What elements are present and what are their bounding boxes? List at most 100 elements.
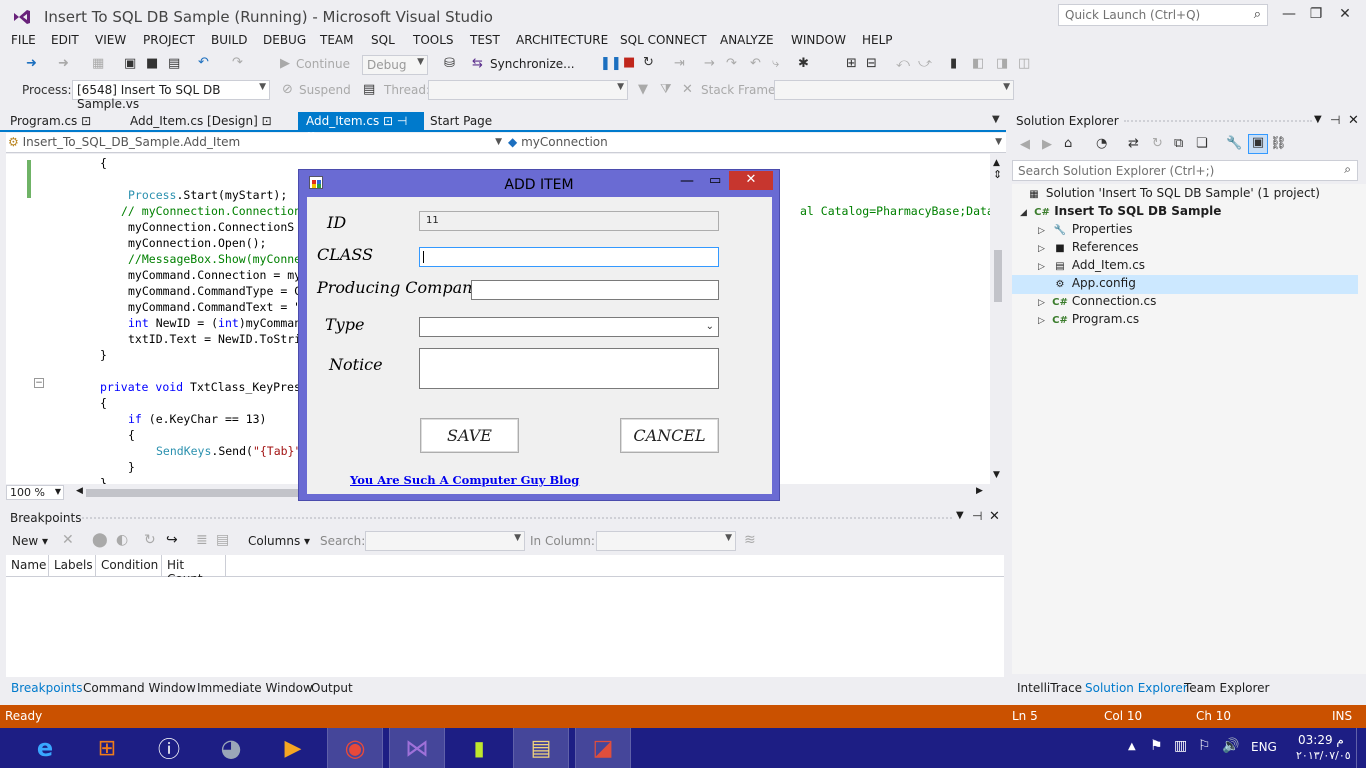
- pending-changes-icon[interactable]: ◔: [1096, 136, 1107, 151]
- bookmark-icon[interactable]: ▮: [950, 56, 957, 71]
- comment-icon[interactable]: ⤺: [896, 56, 910, 71]
- back-icon[interactable]: ◀: [1020, 137, 1030, 152]
- column-condition[interactable]: Condition: [96, 555, 162, 577]
- export-icon[interactable]: ▤: [216, 532, 229, 548]
- redo-icon[interactable]: ↷: [232, 55, 243, 70]
- pause-icon[interactable]: ❚❚: [600, 56, 622, 71]
- network-icon[interactable]: ▥: [1174, 738, 1187, 754]
- column-hit-count[interactable]: Hit Count: [162, 555, 226, 586]
- flag-icon[interactable]: ⚐: [1198, 738, 1211, 754]
- language-indicator[interactable]: ENG: [1251, 740, 1277, 754]
- collapsed-icon[interactable]: ▷: [1038, 262, 1052, 272]
- columns-button[interactable]: Columns ▾: [248, 534, 310, 548]
- open-icon[interactable]: ▣: [124, 56, 136, 71]
- action-center-icon[interactable]: ⚑: [1150, 738, 1163, 754]
- tab-intellitrace[interactable]: IntelliTrace: [1017, 681, 1082, 695]
- restart-icon[interactable]: ↻: [643, 55, 654, 70]
- delete-all-icon[interactable]: ⬤: [92, 532, 108, 548]
- menu-debug[interactable]: DEBUG: [263, 33, 306, 47]
- show-desktop-button[interactable]: [1356, 728, 1366, 768]
- go-to-source-icon[interactable]: ↪: [166, 532, 178, 548]
- quick-launch-input[interactable]: Quick Launch (Ctrl+Q) ⌕: [1058, 4, 1268, 26]
- split-icon[interactable]: ⇕: [993, 168, 1002, 181]
- scroll-thumb[interactable]: [86, 489, 300, 497]
- delete-icon[interactable]: ✕: [62, 532, 74, 548]
- menu-file[interactable]: FILE: [11, 33, 36, 47]
- pin-icon[interactable]: ⊣: [1330, 113, 1340, 127]
- menu-test[interactable]: TEST: [470, 33, 500, 47]
- zoom-select[interactable]: 100 % ▼: [6, 485, 64, 500]
- close-button[interactable]: ✕: [1332, 6, 1358, 24]
- collapsed-icon[interactable]: ▷: [1038, 244, 1052, 254]
- home-icon[interactable]: ⌂: [1064, 136, 1072, 151]
- show-next-statement-icon[interactable]: ⇥: [674, 56, 685, 71]
- pin-icon[interactable]: ⊡: [81, 114, 91, 128]
- collapsed-icon[interactable]: ▷: [1038, 298, 1052, 308]
- forward-icon[interactable]: ➜: [58, 56, 69, 71]
- suspend-icon[interactable]: ⊘: [282, 82, 293, 97]
- stop-icon[interactable]: ■: [623, 55, 635, 70]
- help-icon[interactable]: ⓘ: [141, 728, 197, 768]
- scroll-right-icon[interactable]: ▶: [976, 486, 983, 496]
- menu-window[interactable]: WINDOW: [791, 33, 846, 47]
- tab-add-item-cs[interactable]: Add_Item.cs ⊡ ⊣ ✕: [298, 112, 424, 142]
- continue-icon[interactable]: ▶: [280, 56, 290, 71]
- menu-sql[interactable]: SQL: [371, 33, 395, 47]
- file-explorer-icon[interactable]: ▤: [513, 728, 569, 768]
- process-select[interactable]: [6548] Insert To SQL DB Sample.vs ▼: [72, 80, 270, 111]
- save-all-icon[interactable]: ▤: [168, 56, 180, 71]
- pin-icon[interactable]: ⊣: [972, 509, 982, 523]
- show-all-files-icon[interactable]: ❏: [1196, 136, 1208, 151]
- scroll-thumb[interactable]: [994, 250, 1002, 302]
- menu-edit[interactable]: EDIT: [51, 33, 79, 47]
- class-field[interactable]: [419, 247, 719, 267]
- cancel-button[interactable]: CANCEL: [620, 418, 719, 453]
- clear-bookmarks-icon[interactable]: ◫: [1018, 56, 1030, 71]
- show-hidden-icons-icon[interactable]: ▲: [1128, 741, 1136, 752]
- collapse-icon[interactable]: −: [34, 378, 44, 388]
- device-icon[interactable]: ▮: [451, 728, 507, 768]
- restore-button[interactable]: ❐: [1303, 6, 1329, 24]
- flag-icon[interactable]: ▼: [638, 82, 648, 97]
- member-select[interactable]: ◆ myConnection ▼: [508, 135, 1004, 149]
- column-name[interactable]: Name: [6, 555, 49, 577]
- import-icon[interactable]: ≣: [196, 532, 208, 548]
- step-icon[interactable]: ⤷: [772, 56, 779, 71]
- threads-icon[interactable]: ⊞: [846, 56, 857, 71]
- filter-icon[interactable]: ⧩: [660, 82, 672, 97]
- scroll-left-icon[interactable]: ◀: [76, 486, 83, 496]
- tree-item-add-item-cs[interactable]: ▷ ▤ Add_Item.cs: [1038, 258, 1145, 276]
- reset-search-icon[interactable]: ≋: [744, 532, 756, 548]
- tree-project[interactable]: ◢ C# Insert To SQL DB Sample: [1020, 204, 1221, 222]
- menu-analyze[interactable]: ANALYZE: [720, 33, 774, 47]
- in-column-select[interactable]: ▼: [596, 531, 736, 551]
- minimize-button[interactable]: —: [1276, 6, 1302, 24]
- media-center-icon[interactable]: ◕: [203, 728, 259, 768]
- synchronize-label[interactable]: Synchronize...: [490, 57, 575, 71]
- type-select[interactable]: ⌄: [419, 317, 719, 337]
- refresh-icon[interactable]: ↻: [144, 532, 156, 548]
- collapse-all-icon[interactable]: ⧉: [1174, 136, 1183, 151]
- column-labels[interactable]: Labels: [49, 555, 96, 577]
- undo-icon[interactable]: ↶: [198, 55, 209, 70]
- prev-bookmark-icon[interactable]: ◧: [972, 56, 984, 71]
- dialog-close-button[interactable]: ✕: [729, 171, 773, 190]
- tree-item-app-config[interactable]: ⚙ App.config: [1052, 276, 1136, 294]
- expanded-icon[interactable]: ◢: [1020, 208, 1034, 218]
- internet-explorer-icon[interactable]: e: [17, 728, 73, 768]
- menu-team[interactable]: TEAM: [320, 33, 353, 47]
- dialog-minimize-button[interactable]: —: [680, 173, 694, 189]
- editor-vertical-scrollbar[interactable]: ▲ ⇕ ▼: [990, 154, 1006, 484]
- tree-item-program-cs[interactable]: ▷ C# Program.cs: [1038, 312, 1139, 330]
- scroll-up-icon[interactable]: ▲: [993, 158, 1000, 168]
- step-over-icon[interactable]: ↷: [726, 56, 737, 71]
- running-app-icon[interactable]: ◪: [575, 728, 631, 768]
- new-project-icon[interactable]: ▦: [92, 56, 104, 71]
- tree-item-connection-cs[interactable]: ▷ C# Connection.cs: [1038, 294, 1156, 312]
- tab-add-item-design[interactable]: Add_Item.cs [Design] ⊡: [122, 112, 280, 132]
- tab-output[interactable]: Output: [311, 681, 353, 695]
- close-icon[interactable]: ✕: [989, 509, 1000, 524]
- notice-field[interactable]: [419, 348, 719, 389]
- hex-icon[interactable]: ✱: [798, 56, 809, 71]
- tree-item-references[interactable]: ▷ ■ References: [1038, 240, 1139, 258]
